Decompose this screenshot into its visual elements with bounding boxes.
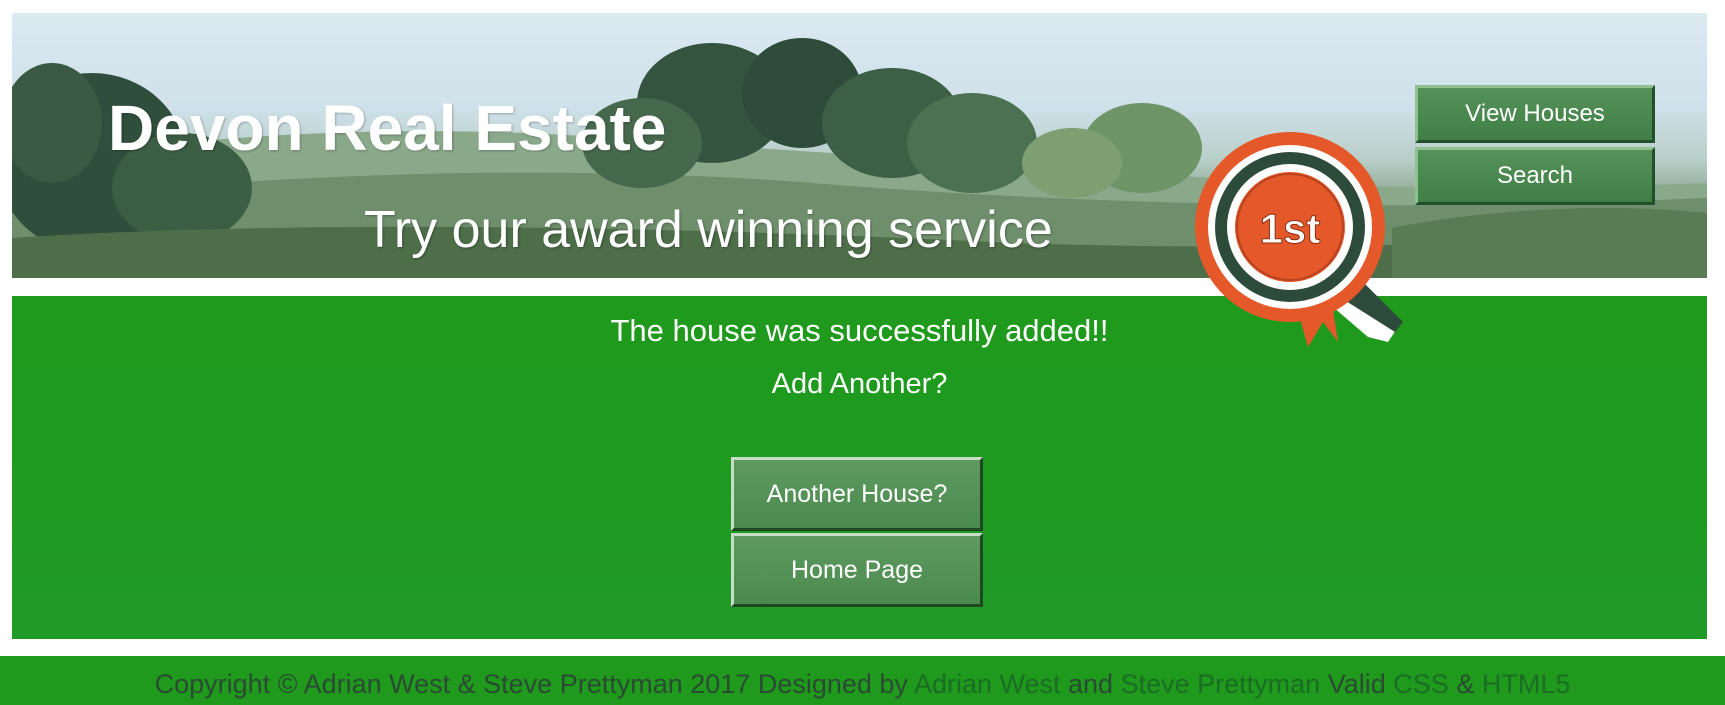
- search-button[interactable]: Search: [1415, 147, 1655, 205]
- add-another-prompt: Add Another?: [771, 368, 948, 400]
- site-title: Devon Real Estate: [108, 92, 667, 164]
- tagline: Try our award winning service: [364, 201, 1053, 259]
- html5-link[interactable]: HTML5: [1482, 669, 1571, 699]
- footer: Copyright © Adrian West & Steve Prettyma…: [0, 656, 1725, 705]
- and-text: and: [1068, 669, 1114, 699]
- success-message: The house was successfully added!!: [610, 313, 1109, 348]
- main-content: The house was successfully added!! Add A…: [12, 296, 1707, 639]
- home-page-button[interactable]: Home Page: [731, 533, 983, 607]
- award-rosette-icon: 1st: [1195, 132, 1403, 347]
- header-banner: Devon Real Estate Try our award winning …: [12, 13, 1707, 278]
- footer-text: Copyright © Adrian West & Steve Prettyma…: [0, 669, 1725, 700]
- rosette-label: 1st: [1260, 205, 1321, 252]
- author-link-adrian[interactable]: Adrian West: [914, 669, 1061, 699]
- page: Devon Real Estate Try our award winning …: [0, 0, 1725, 705]
- ampersand-text: &: [1456, 669, 1475, 699]
- author-link-steve[interactable]: Steve Prettyman: [1121, 669, 1321, 699]
- valid-text: Valid: [1327, 669, 1386, 699]
- copyright-text: Copyright © Adrian West & Steve Prettyma…: [154, 669, 908, 699]
- css-link[interactable]: CSS: [1393, 669, 1449, 699]
- another-house-button[interactable]: Another House?: [731, 457, 983, 531]
- view-houses-button[interactable]: View Houses: [1415, 85, 1655, 143]
